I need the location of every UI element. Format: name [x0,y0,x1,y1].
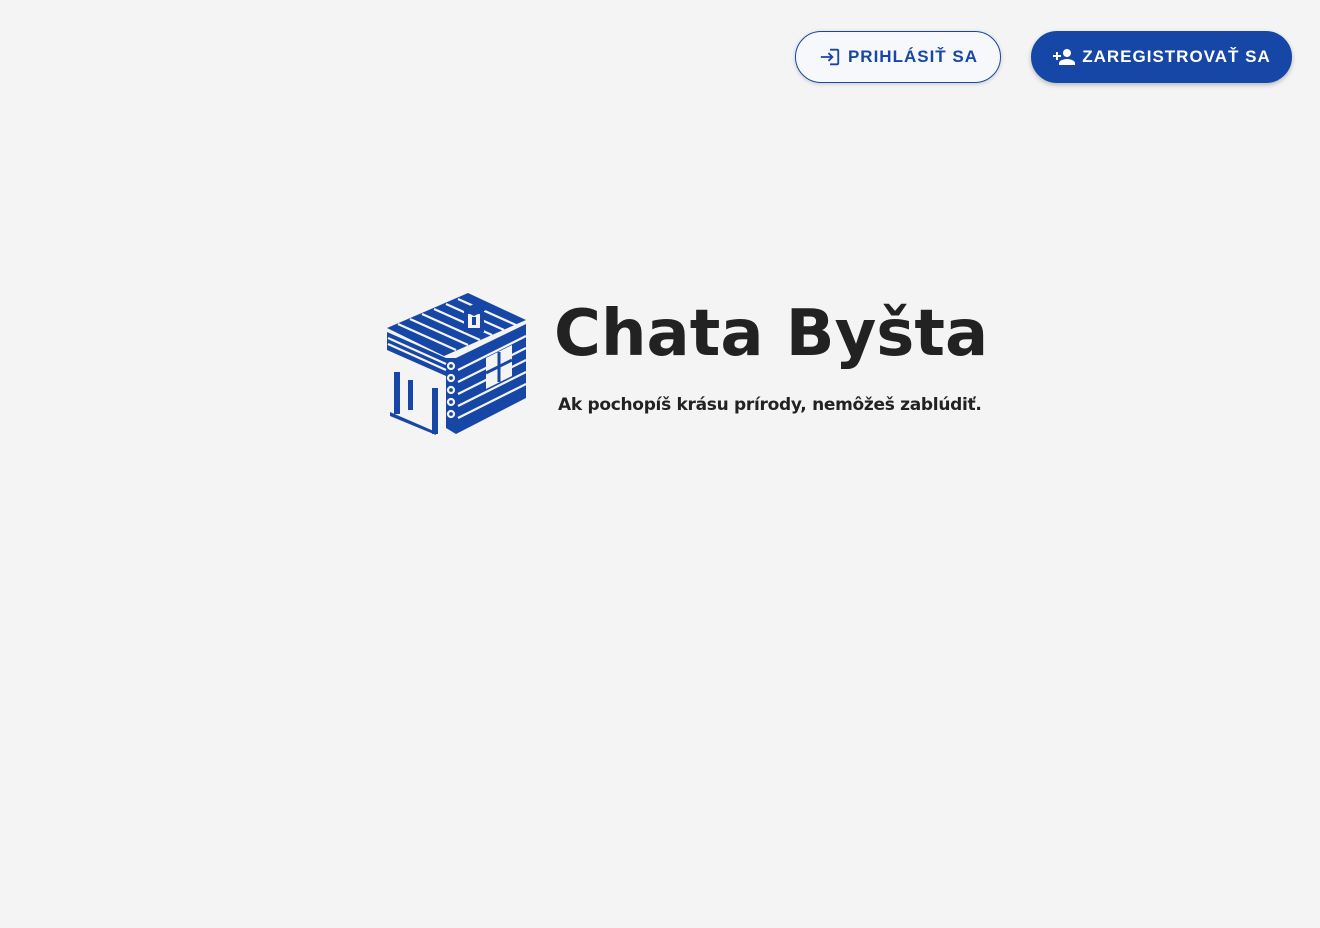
login-icon [818,45,842,69]
register-button-label: ZAREGISTROVAŤ SA [1082,47,1271,66]
login-button-label: PRIHLÁSIŤ SA [847,47,979,66]
register-button[interactable]: ZAREGISTROVAŤ SA [1031,31,1292,83]
person-add-icon [1052,45,1076,69]
site-title: Chata Byšta [554,297,989,371]
login-button[interactable]: PRIHLÁSIŤ SA [795,31,1001,83]
brand-block: Chata Byšta Ak pochopíš krásu prírody, n… [386,292,988,437]
landing-page: PRIHLÁSIŤ SA ZAREGISTROVAŤ SA Chata Byšt… [0,0,1320,928]
log-cabin-icon [386,292,528,435]
site-tagline: Ak pochopíš krásu prírody, nemôžeš zablú… [558,395,982,415]
